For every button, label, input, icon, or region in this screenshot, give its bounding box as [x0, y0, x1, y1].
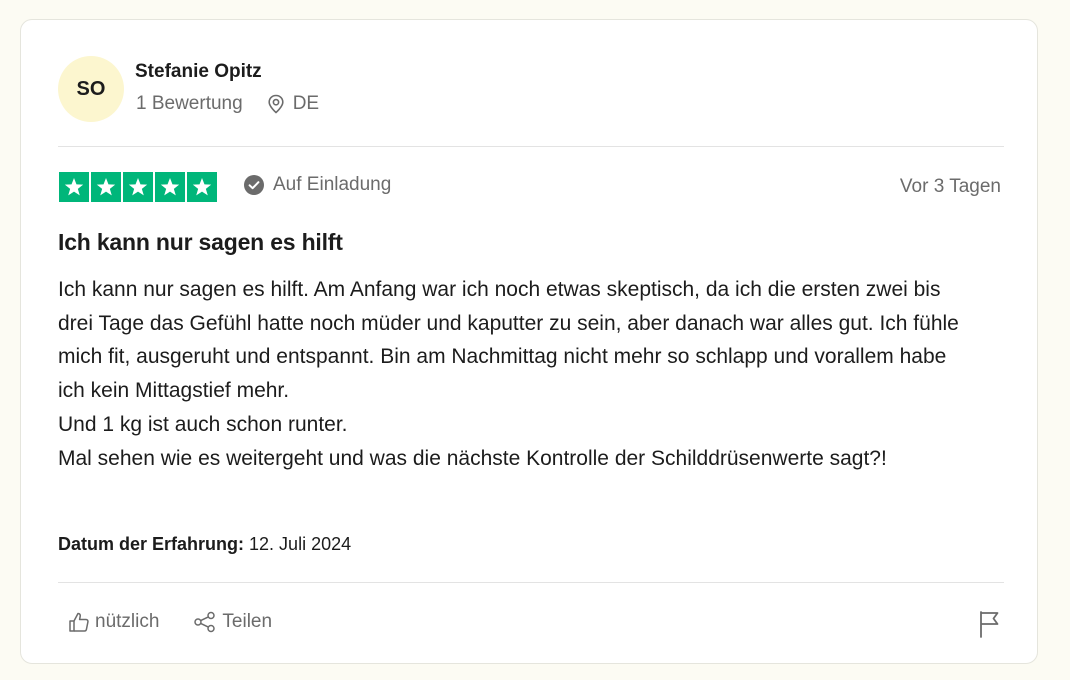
review-actions: nützlich Teilen — [68, 611, 272, 633]
useful-label: nützlich — [95, 611, 160, 632]
report-button[interactable] — [978, 610, 1002, 643]
thumbs-up-icon — [69, 612, 89, 632]
review-body-paragraph: Ich kann nur sagen es hilft. Am Anfang w… — [58, 278, 959, 403]
useful-button[interactable]: nützlich — [68, 611, 159, 633]
footer-divider — [58, 582, 1004, 583]
review-body-paragraph: Mal sehen wie es weitergeht und was die … — [58, 446, 887, 470]
reviewer-country: DE — [292, 93, 320, 114]
avatar[interactable]: SO — [58, 56, 124, 122]
location-pin-icon — [268, 94, 284, 114]
review-title[interactable]: Ich kann nur sagen es hilft — [58, 229, 343, 256]
star-icon — [59, 172, 89, 202]
star-icon — [155, 172, 185, 202]
star-rating — [59, 172, 217, 202]
star-icon — [123, 172, 153, 202]
reviewer-meta: 1 Bewertung DE — [136, 93, 319, 115]
invited-label: Auf Einladung — [273, 174, 392, 195]
experience-date: Datum der Erfahrung: 12. Juli 2024 — [58, 534, 351, 555]
review-posted-date: Vor 3 Tagen — [899, 176, 1001, 197]
header-divider — [58, 146, 1004, 147]
review-card: SO Stefanie Opitz 1 Bewertung DE Auf Ein… — [20, 19, 1038, 664]
share-button[interactable]: Teilen — [193, 611, 272, 633]
review-body: Ich kann nur sagen es hilft. Am Anfang w… — [58, 273, 978, 475]
reviewer-location: DE — [267, 93, 319, 115]
share-label: Teilen — [222, 611, 273, 632]
star-icon — [91, 172, 121, 202]
experience-date-value: 12. Juli 2024 — [249, 534, 352, 554]
experience-date-label: Datum der Erfahrung: — [58, 534, 245, 554]
flag-icon — [980, 611, 999, 638]
avatar-initials: SO — [76, 77, 106, 100]
reviewer-name[interactable]: Stefanie Opitz — [135, 61, 262, 83]
review-body-paragraph: Und 1 kg ist auch schon runter. — [58, 412, 348, 436]
star-icon — [187, 172, 217, 202]
invited-badge: Auf Einladung — [244, 174, 391, 196]
check-circle-icon — [244, 175, 264, 195]
share-icon — [194, 611, 216, 633]
review-count: 1 Bewertung — [136, 93, 243, 114]
